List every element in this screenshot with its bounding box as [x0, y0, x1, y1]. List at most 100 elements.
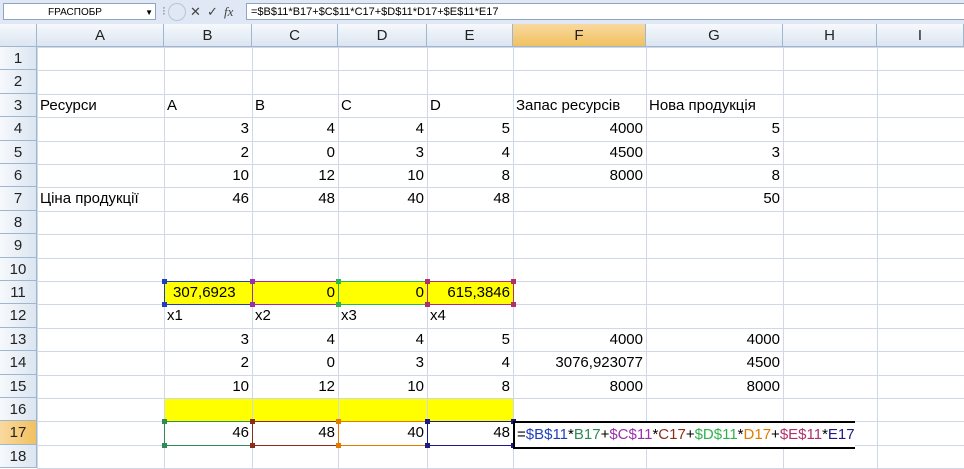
cell-b11[interactable]: 307,6923 [164, 281, 252, 304]
formula-token: E17 [827, 426, 855, 444]
cell-f6[interactable]: 8000 [513, 164, 646, 187]
cell-c14[interactable]: 0 [252, 351, 338, 374]
cell-g5[interactable]: 3 [646, 141, 783, 164]
column-header-g[interactable]: G [646, 24, 783, 47]
cell-c5[interactable]: 0 [252, 141, 338, 164]
splitter-icon[interactable]: ⁝ [162, 3, 166, 20]
cell-f5[interactable]: 4500 [513, 141, 646, 164]
cell-e11[interactable]: 615,3846 [427, 281, 513, 304]
insert-function-icon[interactable]: fx [224, 3, 233, 20]
cell-f15[interactable]: 8000 [513, 375, 646, 398]
column-header-e[interactable]: E [427, 24, 513, 47]
cell-d17[interactable]: 40 [338, 421, 427, 444]
column-header-a[interactable]: A [37, 24, 164, 47]
column-header-h[interactable]: H [783, 24, 877, 47]
row-header-4[interactable]: 4 [0, 117, 37, 141]
cell-g15[interactable]: 8000 [646, 375, 783, 398]
cell-b5[interactable]: 2 [164, 141, 252, 164]
column-header-b[interactable]: B [164, 24, 252, 47]
cell-e14[interactable]: 4 [427, 351, 513, 374]
row-header-12[interactable]: 12 [0, 304, 37, 328]
formula-options-icon[interactable] [168, 3, 186, 21]
cell-e6[interactable]: 8 [427, 164, 513, 187]
cell-c7[interactable]: 48 [252, 187, 338, 210]
cell-b4[interactable]: 3 [164, 117, 252, 140]
cell-b7[interactable]: 46 [164, 187, 252, 210]
cell-a7[interactable]: Ціна продукції [37, 187, 164, 210]
cell-b3[interactable]: A [164, 94, 252, 117]
cell-edit-formula[interactable]: =$B$11*B17+$C$11*C17+$D$11*D17+$E$11*E17 [513, 421, 855, 449]
cell-g4[interactable]: 5 [646, 117, 783, 140]
row-header-2[interactable]: 2 [0, 70, 37, 94]
row-header-5[interactable]: 5 [0, 140, 37, 164]
cell-d6[interactable]: 10 [338, 164, 427, 187]
row-header-9[interactable]: 9 [0, 234, 37, 258]
row-header-18[interactable]: 18 [0, 444, 37, 469]
cell-b12[interactable]: x1 [164, 304, 252, 327]
cell-d5[interactable]: 3 [338, 141, 427, 164]
cell-d12[interactable]: x3 [338, 304, 427, 327]
column-header-i[interactable]: I [877, 24, 964, 47]
formula-input[interactable]: =$B$11*B17+$C$11*C17+$D$11*D17+$E$11*E17 [246, 3, 964, 20]
cell-c15[interactable]: 12 [252, 375, 338, 398]
cell-g6[interactable]: 8 [646, 164, 783, 187]
cell-c11[interactable]: 0 [252, 281, 338, 304]
chevron-down-icon[interactable]: ▼ [145, 4, 153, 21]
row-header-14[interactable]: 14 [0, 351, 37, 375]
cell-d4[interactable]: 4 [338, 117, 427, 140]
cell-c12[interactable]: x2 [252, 304, 338, 327]
cell-c4[interactable]: 4 [252, 117, 338, 140]
row-header-3[interactable]: 3 [0, 93, 37, 118]
name-box[interactable]: FРАСПОБР ▼ [3, 3, 156, 20]
cell-c13[interactable]: 4 [252, 328, 338, 351]
cell-d3[interactable]: C [338, 94, 427, 117]
cell-b15[interactable]: 10 [164, 375, 252, 398]
row-header-10[interactable]: 10 [0, 257, 37, 281]
cell-f13[interactable]: 4000 [513, 328, 646, 351]
cell-f4[interactable]: 4000 [513, 117, 646, 140]
cell-e4[interactable]: 5 [427, 117, 513, 140]
cell-b6[interactable]: 10 [164, 164, 252, 187]
row-header-8[interactable]: 8 [0, 210, 37, 235]
row-header-16[interactable]: 16 [0, 398, 37, 422]
cancel-icon[interactable]: ✕ [190, 3, 201, 20]
cell-c17[interactable]: 48 [252, 421, 338, 444]
cell-e5[interactable]: 4 [427, 141, 513, 164]
cell-b17[interactable]: 46 [164, 421, 252, 444]
cell-g7[interactable]: 50 [646, 187, 783, 210]
row-header-17[interactable]: 17 [0, 421, 37, 445]
cell-d13[interactable]: 4 [338, 328, 427, 351]
cell-e12[interactable]: x4 [427, 304, 513, 327]
cell-c3[interactable]: B [252, 94, 338, 117]
column-header-d[interactable]: D [338, 24, 427, 47]
row-header-13[interactable]: 13 [0, 327, 37, 352]
row-header-6[interactable]: 6 [0, 164, 37, 188]
cell-f14[interactable]: 3076,923077 [513, 351, 646, 374]
cell-g14[interactable]: 4500 [646, 351, 783, 374]
row-header-1[interactable]: 1 [0, 47, 37, 71]
cell-e3[interactable]: D [427, 94, 513, 117]
cell-g13[interactable]: 4000 [646, 328, 783, 351]
cell-a3[interactable]: Ресурси [37, 94, 164, 117]
row-header-7[interactable]: 7 [0, 187, 37, 211]
cell-c6[interactable]: 12 [252, 164, 338, 187]
cell-g3[interactable]: Нова продукція [646, 94, 783, 117]
select-all-corner[interactable] [0, 24, 37, 47]
row-header-15[interactable]: 15 [0, 374, 37, 398]
cell-b13[interactable]: 3 [164, 328, 252, 351]
cell-f3[interactable]: Запас ресурсів [513, 94, 646, 117]
cell-d14[interactable]: 3 [338, 351, 427, 374]
cell-b14[interactable]: 2 [164, 351, 252, 374]
column-header-c[interactable]: C [252, 24, 338, 47]
row-header-11[interactable]: 11 [0, 281, 37, 305]
enter-icon[interactable]: ✓ [207, 3, 218, 20]
cell-e13[interactable]: 5 [427, 328, 513, 351]
column-header-f[interactable]: F [513, 24, 646, 47]
cell-e7[interactable]: 48 [427, 187, 513, 210]
cell-e17[interactable]: 48 [427, 421, 513, 444]
cell-d15[interactable]: 10 [338, 375, 427, 398]
gridline [37, 70, 964, 72]
cell-d11[interactable]: 0 [338, 281, 427, 304]
cell-d7[interactable]: 40 [338, 187, 427, 210]
cell-e15[interactable]: 8 [427, 375, 513, 398]
